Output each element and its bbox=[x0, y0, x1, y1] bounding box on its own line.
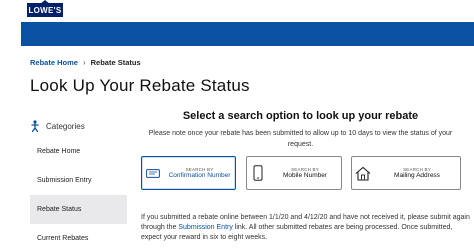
option-label: Confirmation Number bbox=[168, 172, 231, 179]
option-label: Mailing Address bbox=[394, 172, 440, 179]
sidebar-item-current-rebates[interactable]: Current Rebates bbox=[30, 224, 127, 251]
sidebar-item-rebate-status[interactable]: Rebate Status bbox=[30, 195, 127, 224]
phone-icon bbox=[253, 165, 263, 181]
submission-entry-link[interactable]: Submission Entry bbox=[178, 224, 232, 231]
person-icon bbox=[31, 120, 39, 132]
breadcrumb-rebate-home[interactable]: Rebate Home bbox=[30, 58, 78, 67]
breadcrumb: Rebate Home › Rebate Status bbox=[30, 58, 141, 67]
option-text: SEARCH BY Mobile Number bbox=[269, 167, 341, 179]
house-icon-wrap bbox=[352, 166, 374, 181]
sidebar-item-submission-entry[interactable]: Submission Entry bbox=[30, 166, 127, 195]
breadcrumb-separator-icon: › bbox=[82, 58, 86, 67]
sidebar-header: Categories bbox=[30, 115, 127, 137]
rebate-info-text: If you submitted a rebate online between… bbox=[141, 213, 471, 243]
navigation-bar bbox=[21, 22, 474, 46]
search-heading: Select a search option to look up your r… bbox=[182, 110, 419, 122]
ticket-icon-wrap bbox=[142, 168, 164, 178]
ticket-icon bbox=[146, 168, 160, 178]
top-header: LOWE'S bbox=[0, 0, 474, 22]
house-icon bbox=[355, 166, 371, 181]
phone-icon-wrap bbox=[247, 165, 269, 181]
search-by-mailing-address-button[interactable]: SEARCH BY Mailing Address bbox=[351, 156, 461, 190]
search-by-mobile-button[interactable]: SEARCH BY Mobile Number bbox=[246, 156, 342, 190]
lowes-logo[interactable]: LOWE'S bbox=[27, 3, 63, 17]
sidebar-header-label: Categories bbox=[46, 121, 85, 131]
page-title: Look Up Your Rebate Status bbox=[30, 76, 250, 95]
sidebar: Categories Rebate Home Submission Entry … bbox=[30, 115, 127, 251]
logo-text: LOWE'S bbox=[28, 5, 62, 15]
sidebar-item-rebate-home[interactable]: Rebate Home bbox=[30, 137, 127, 166]
option-label: Mobile Number bbox=[282, 172, 328, 179]
option-text: SEARCH BY Confirmation Number bbox=[164, 167, 235, 179]
search-note: Please note once your rebate has been su… bbox=[148, 130, 453, 148]
search-by-confirmation-button[interactable]: SEARCH BY Confirmation Number bbox=[141, 156, 236, 190]
option-text: SEARCH BY Mailing Address bbox=[374, 167, 460, 179]
breadcrumb-current: Rebate Status bbox=[90, 58, 141, 67]
search-options: SEARCH BY Confirmation Number SEARCH BY … bbox=[141, 156, 461, 190]
